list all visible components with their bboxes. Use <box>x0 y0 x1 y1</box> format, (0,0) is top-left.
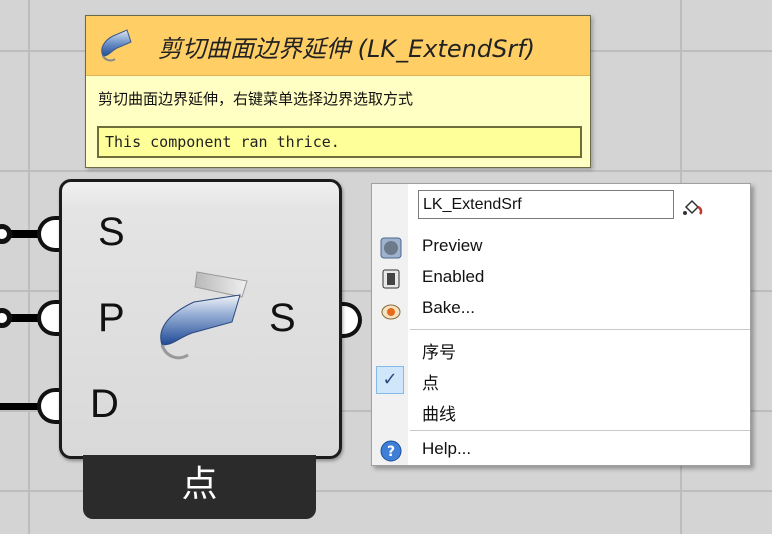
svg-text:?: ? <box>387 444 395 460</box>
runtime-message: This component ran thrice. <box>97 126 582 158</box>
component-name-input[interactable] <box>418 190 674 219</box>
help-icon: ? <box>380 440 402 462</box>
input-grip-p[interactable] <box>37 300 59 336</box>
menu-item-curve[interactable]: 曲线 <box>372 396 750 426</box>
tooltip-title: 剪切曲面边界延伸 (LK_ExtendSrf) <box>158 35 536 63</box>
input-grip-d[interactable] <box>37 388 59 424</box>
component-tooltip: 剪切曲面边界延伸 (LK_ExtendSrf) 剪切曲面边界延伸，右键菜单选择边… <box>85 15 591 168</box>
menu-item-preview[interactable]: Preview <box>372 232 750 262</box>
menu-item-label: 序号 <box>422 343 456 362</box>
paint-bucket-icon[interactable] <box>682 198 704 218</box>
input-grip-s[interactable] <box>37 216 59 252</box>
menu-item-label: Bake... <box>422 298 475 317</box>
input-label-d: D <box>90 382 119 426</box>
menu-item-label: Preview <box>422 236 483 255</box>
wire-end <box>0 224 12 244</box>
output-grip-s[interactable] <box>340 302 362 338</box>
input-label-s: S <box>98 210 125 254</box>
menu-item-index[interactable]: 序号 <box>372 334 750 364</box>
menu-item-label: 点 <box>422 374 439 393</box>
tooltip-header: 剪切曲面边界延伸 (LK_ExtendSrf) <box>86 16 590 76</box>
menu-item-point[interactable]: ✓ 点 <box>372 365 750 395</box>
menu-item-bake[interactable]: Bake... <box>372 294 750 324</box>
extend-surface-icon <box>160 271 248 360</box>
input-label-p: P <box>98 296 125 340</box>
checkmark-icon: ✓ <box>376 366 404 394</box>
extend-surface-icon <box>101 29 132 62</box>
tooltip-description: 剪切曲面边界延伸，右键菜单选择边界选取方式 <box>98 90 414 108</box>
component-nickname: 点 <box>83 455 316 519</box>
bake-icon <box>381 304 401 320</box>
menu-item-label: 曲线 <box>422 405 456 424</box>
context-menu: Preview Enabled Bake... 序号 ✓ 点 曲线 ? Help… <box>371 183 751 466</box>
menu-item-enabled[interactable]: Enabled <box>372 263 750 293</box>
menu-item-label: Enabled <box>422 267 485 286</box>
enabled-icon <box>382 269 400 289</box>
menu-item-label: Help... <box>422 439 472 458</box>
menu-separator <box>410 329 750 330</box>
extend-surface-component[interactable]: S P D S <box>59 179 342 459</box>
canvas-grid-line <box>28 0 30 534</box>
output-label-s: S <box>269 296 296 340</box>
menu-separator <box>410 430 750 431</box>
canvas-grid-line <box>0 170 772 172</box>
menu-item-help[interactable]: ? Help... <box>372 435 750 465</box>
wire-end <box>0 308 12 328</box>
preview-icon <box>380 237 402 259</box>
